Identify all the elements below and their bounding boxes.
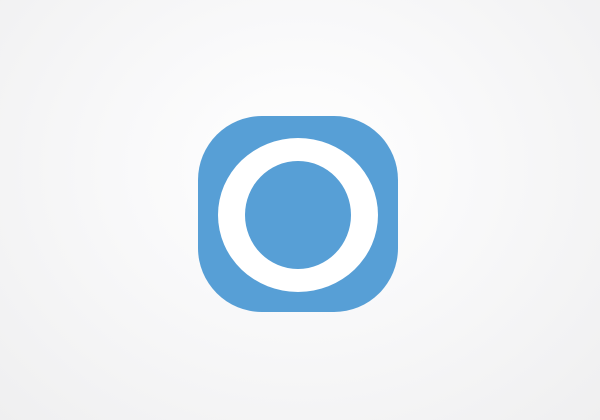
circle-ring-icon — [218, 138, 378, 292]
ring-core — [245, 161, 351, 269]
app-icon[interactable] — [198, 116, 398, 312]
